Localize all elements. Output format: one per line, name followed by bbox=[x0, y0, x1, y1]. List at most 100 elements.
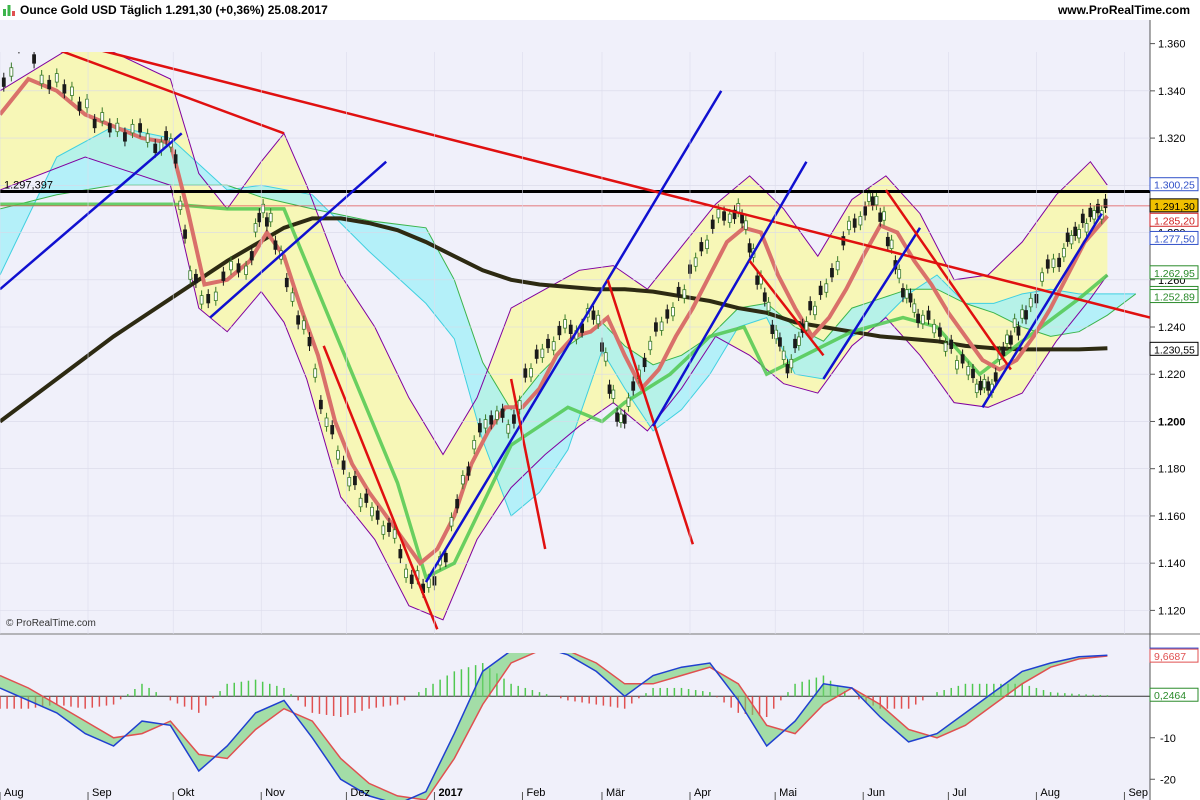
price-candle-body bbox=[268, 212, 273, 223]
price-candle-body bbox=[455, 499, 460, 509]
price-candle-body bbox=[353, 475, 357, 486]
price-label: 1.252,89 bbox=[1154, 292, 1195, 304]
price-candle-body bbox=[986, 381, 991, 391]
price-candle-body bbox=[138, 123, 142, 133]
x-axis-tick-label: Aug bbox=[1040, 787, 1060, 799]
price-candle-body bbox=[257, 212, 262, 223]
price-candle-body bbox=[626, 397, 631, 407]
price-candle-body bbox=[495, 410, 499, 420]
price-candle-body bbox=[1092, 210, 1097, 220]
price-candle-body bbox=[100, 112, 105, 122]
price-candle-body bbox=[313, 368, 318, 378]
price-candle-body bbox=[897, 269, 902, 279]
price-candle-body bbox=[107, 123, 112, 133]
price-candle-body bbox=[1045, 259, 1050, 269]
price-candle-body bbox=[971, 368, 975, 379]
price-candle-body bbox=[908, 293, 913, 303]
price-candle-body bbox=[466, 466, 471, 476]
price-candle-body bbox=[460, 475, 465, 485]
price-candle-body bbox=[611, 389, 616, 399]
price-candle-body bbox=[847, 220, 851, 231]
price-candle-body bbox=[307, 336, 312, 347]
macd-value-label: 0,2464 bbox=[1154, 690, 1186, 702]
price-candle-body bbox=[705, 239, 709, 249]
price-candle-body bbox=[793, 338, 797, 349]
price-candle-body bbox=[949, 339, 954, 349]
y-axis-tick-label: 1.180 bbox=[1158, 464, 1186, 476]
price-candle-body bbox=[375, 510, 380, 520]
price-candle-body bbox=[92, 118, 97, 129]
price-candle-body bbox=[671, 306, 675, 317]
price-candle-body bbox=[740, 214, 744, 224]
price-candle-body bbox=[318, 399, 323, 410]
price-candle-body bbox=[699, 242, 704, 252]
price-candle-body bbox=[622, 414, 627, 424]
site-url[interactable]: www.ProRealTime.com bbox=[1058, 3, 1190, 17]
price-candle-body bbox=[164, 131, 169, 141]
x-axis-tick-label: Nov bbox=[265, 787, 285, 799]
x-axis-tick-label: Feb bbox=[526, 787, 545, 799]
price-candle-body bbox=[1065, 232, 1070, 242]
price-candle-body bbox=[153, 143, 158, 153]
price-candle-body bbox=[852, 218, 857, 228]
watermark: © ProRealTime.com bbox=[6, 618, 96, 629]
price-candle-body bbox=[665, 309, 670, 319]
price-candle-body bbox=[183, 229, 187, 239]
price-candle-body bbox=[920, 314, 925, 325]
price-candle-body bbox=[358, 497, 363, 508]
price-candle-body bbox=[1084, 223, 1089, 233]
price-candle-body bbox=[500, 408, 505, 418]
price-candle-body bbox=[603, 352, 608, 362]
price-candle-body bbox=[631, 381, 636, 391]
price-candle-body bbox=[1088, 207, 1093, 218]
bar-chart-logo-icon bbox=[3, 5, 15, 16]
price-candle-body bbox=[336, 450, 340, 460]
price-candle-body bbox=[1103, 198, 1108, 209]
price-candle-body bbox=[716, 208, 721, 219]
price-candle-body bbox=[858, 216, 863, 226]
y-axis-tick-label: 1.140 bbox=[1158, 558, 1186, 570]
price-label: 1.300,25 bbox=[1154, 180, 1195, 192]
price-candle-body bbox=[483, 419, 488, 429]
price-candle-body bbox=[781, 350, 786, 360]
price-candle-body bbox=[370, 506, 374, 517]
x-axis-tick-label: Dez bbox=[350, 787, 370, 799]
price-candle-body bbox=[766, 301, 771, 312]
price-candle-body bbox=[568, 324, 573, 335]
price-candle-body bbox=[789, 358, 794, 369]
price-candle-body bbox=[901, 288, 905, 298]
price-candle-body bbox=[54, 73, 59, 83]
price-candle-body bbox=[743, 220, 748, 230]
price-candle-body bbox=[648, 340, 653, 351]
price-candle-body bbox=[477, 423, 482, 433]
price-candle-body bbox=[974, 383, 979, 394]
price-candle-body bbox=[682, 289, 687, 299]
x-axis-tick-label: 2017 bbox=[438, 787, 462, 799]
price-candle-body bbox=[236, 263, 241, 273]
price-candle-body bbox=[596, 314, 601, 325]
price-candle-body bbox=[221, 271, 226, 281]
price-candle-body bbox=[1028, 297, 1033, 308]
price-candle-body bbox=[62, 84, 67, 94]
y-axis-tick-label: 1.320 bbox=[1158, 133, 1186, 145]
price-candle-body bbox=[863, 206, 868, 216]
price-candle-body bbox=[534, 349, 539, 359]
price-label: 1.262,95 bbox=[1154, 268, 1195, 280]
price-chart[interactable]: 1.297,3971.3601.3401.3201.3001.2801.2601… bbox=[0, 20, 1200, 800]
price-candle-body bbox=[912, 303, 917, 313]
x-axis-tick-label: Okt bbox=[177, 787, 194, 799]
price-candle-body bbox=[324, 417, 329, 427]
x-axis-tick-label: Jul bbox=[952, 787, 966, 799]
price-candle-body bbox=[1012, 318, 1017, 328]
price-candle-body bbox=[1051, 258, 1056, 268]
x-axis-tick-label: Sep bbox=[1128, 787, 1148, 799]
price-candle-body bbox=[762, 292, 767, 302]
price-candle-body bbox=[727, 213, 732, 224]
price-candle-body bbox=[173, 154, 178, 164]
price-candle-body bbox=[1008, 335, 1013, 345]
price-candle-body bbox=[747, 243, 752, 253]
price-candle-body bbox=[885, 236, 890, 247]
price-candle-body bbox=[889, 239, 894, 249]
price-candle-body bbox=[330, 425, 335, 435]
price-candle-body bbox=[1057, 257, 1062, 268]
